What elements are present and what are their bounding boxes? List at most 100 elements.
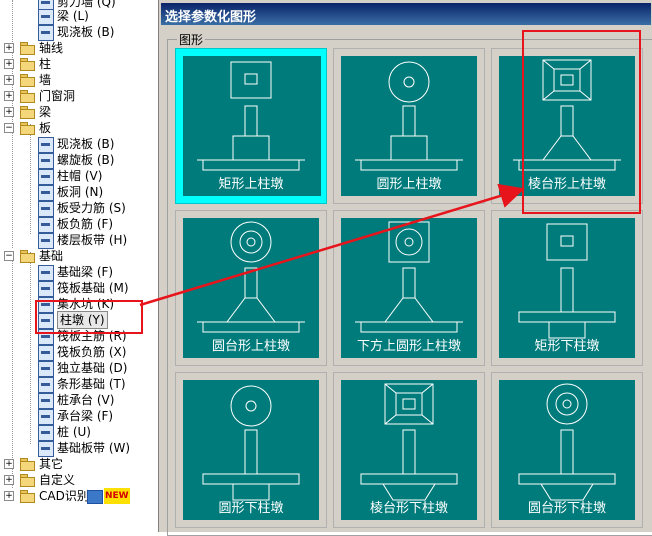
slab-icon xyxy=(38,137,54,153)
folder-icon xyxy=(20,74,35,87)
folder-icon xyxy=(20,42,35,55)
tree-category-label: 轴线 xyxy=(39,41,64,55)
folder-icon xyxy=(20,490,35,503)
shape-tile[interactable]: 矩形下柱墩 xyxy=(491,210,643,366)
shape-caption: 圆台形下柱墩 xyxy=(527,501,606,516)
tree-item-label: 现浇板 (B) xyxy=(57,25,115,39)
expand-icon[interactable]: + xyxy=(4,75,14,85)
shape-tile[interactable]: 矩形上柱墩 xyxy=(175,48,327,204)
expand-icon[interactable]: + xyxy=(4,59,14,69)
folder-icon xyxy=(20,122,35,135)
tree-item-label: 楼层板带 (H) xyxy=(57,233,128,247)
shape-preview: 矩形下柱墩 xyxy=(499,218,635,358)
tree-item-label: 独立基础 (D) xyxy=(57,361,128,375)
collapse-icon[interactable]: − xyxy=(4,251,14,261)
pile-cap-icon xyxy=(38,393,54,409)
tree-connector-line xyxy=(30,124,31,234)
tree-item-label: 基础梁 (F) xyxy=(57,265,114,279)
expand-icon[interactable]: + xyxy=(4,475,14,485)
slab-icon xyxy=(38,25,54,41)
slab-rebar-icon xyxy=(38,201,54,217)
new-badge: NEW xyxy=(104,488,130,504)
shape-caption: 圆形下柱墩 xyxy=(218,501,284,516)
tree-category-label: 门窗洞 xyxy=(39,89,76,103)
tree-category-label: 柱 xyxy=(39,57,52,71)
shape-preview: 圆台形下柱墩 xyxy=(499,380,635,520)
slab-hole-icon xyxy=(38,185,54,201)
annotation-box-tile xyxy=(522,30,641,214)
shape-caption: 矩形下柱墩 xyxy=(534,339,600,354)
shape-caption: 矩形上柱墩 xyxy=(218,177,284,192)
shape-caption: 下方上圆形上柱墩 xyxy=(356,339,461,354)
expand-icon[interactable]: + xyxy=(4,491,14,501)
tree-item-label: 现浇板 (B) xyxy=(57,137,115,151)
tree-category-label: 板 xyxy=(39,121,52,135)
shape-tile[interactable]: 棱台形下柱墩 xyxy=(333,372,485,528)
shape-preview: 圆形下柱墩 xyxy=(183,380,319,520)
dialog-title: 选择参数化图形 xyxy=(165,10,257,25)
cap-beam-icon xyxy=(38,409,54,425)
dialog-title-bar[interactable]: 选择参数化图形 xyxy=(161,3,651,25)
folder-icon xyxy=(20,474,35,487)
expand-icon[interactable]: + xyxy=(4,107,14,117)
cad-recognition-icon xyxy=(87,490,103,504)
tree-category-label: 梁 xyxy=(39,105,52,119)
tree-item-label: 基础板带 (W) xyxy=(57,441,131,455)
shape-preview: 圆形上柱墩 xyxy=(341,56,477,196)
shape-caption: 圆形上柱墩 xyxy=(376,177,442,192)
shape-caption: 棱台形下柱墩 xyxy=(369,501,448,516)
tree-item-label: 筏板基础 (M) xyxy=(57,281,129,295)
raft-foundation-icon xyxy=(38,281,54,297)
tree-category-label: 其它 xyxy=(39,457,64,471)
tree-item-label: 梁 (L) xyxy=(57,9,89,23)
expand-icon[interactable]: + xyxy=(4,459,14,469)
tree-item-label: 柱帽 (V) xyxy=(57,169,103,183)
tree-connector-line xyxy=(30,252,31,444)
folder-icon xyxy=(20,58,35,71)
tree-item-label: 板受力筋 (S) xyxy=(57,201,126,215)
tree-item-label: 承台梁 (F) xyxy=(57,409,114,423)
folder-icon xyxy=(20,106,35,119)
shape-tile[interactable]: 圆台形上柱墩 xyxy=(175,210,327,366)
component-tree: 剪力墙 (Q) 梁 (L) 现浇板 (B) + 轴线 + 柱 + 墙 + 门窗洞 + 梁 − 板现浇板 (B… xyxy=(0,0,158,532)
folder-icon xyxy=(20,90,35,103)
tree-item-label: 板负筋 (F) xyxy=(57,217,114,231)
shape-preview: 棱台形下柱墩 xyxy=(341,380,477,520)
tree-item-label: 螺旋板 (B) xyxy=(57,153,115,167)
shape-preview: 下方上圆形上柱墩 xyxy=(341,218,477,358)
folder-icon xyxy=(20,250,35,263)
tree-item-label: 板洞 (N) xyxy=(57,185,104,199)
shape-tile[interactable]: 圆台形下柱墩 xyxy=(491,372,643,528)
shape-tile[interactable]: 下方上圆形上柱墩 xyxy=(333,210,485,366)
tree-item-label: 桩 (U) xyxy=(57,425,91,439)
tree-item-label: 条形基础 (T) xyxy=(57,377,126,391)
column-cap-icon xyxy=(38,169,54,185)
isolated-footing-icon xyxy=(38,361,54,377)
tree-category-label: 基础 xyxy=(39,249,64,263)
shape-caption: 圆台形上柱墩 xyxy=(211,339,290,354)
tree-item-label: 桩承台 (V) xyxy=(57,393,115,407)
beam-icon xyxy=(38,9,54,25)
shape-tile[interactable]: 圆形上柱墩 xyxy=(333,48,485,204)
slab-strip-icon xyxy=(38,233,54,249)
expand-icon[interactable]: + xyxy=(4,91,14,101)
foundation-beam-icon xyxy=(38,265,54,281)
shape-group-label: 图形 xyxy=(177,31,206,48)
annotation-box-tree-item xyxy=(35,300,143,334)
tree-category-label: CAD识别 xyxy=(39,489,89,503)
expand-icon[interactable]: + xyxy=(4,43,14,53)
shape-tile[interactable]: 圆形下柱墩 xyxy=(175,372,327,528)
negative-rebar-icon xyxy=(38,217,54,233)
foundation-strip-icon xyxy=(38,441,54,457)
tree-category-label: 墙 xyxy=(39,73,52,87)
tree-category-label: 自定义 xyxy=(39,473,76,487)
shape-preview: 圆台形上柱墩 xyxy=(183,218,319,358)
pile-icon xyxy=(38,425,54,441)
spiral-slab-icon xyxy=(38,153,54,169)
tree-connector-line xyxy=(12,256,13,488)
strip-footing-icon xyxy=(38,377,54,393)
collapse-icon[interactable]: − xyxy=(4,123,14,133)
shape-preview: 矩形上柱墩 xyxy=(183,56,321,196)
tree-item-label: 筏板负筋 (X) xyxy=(57,345,127,359)
raft-negative-rebar-icon xyxy=(38,345,54,361)
